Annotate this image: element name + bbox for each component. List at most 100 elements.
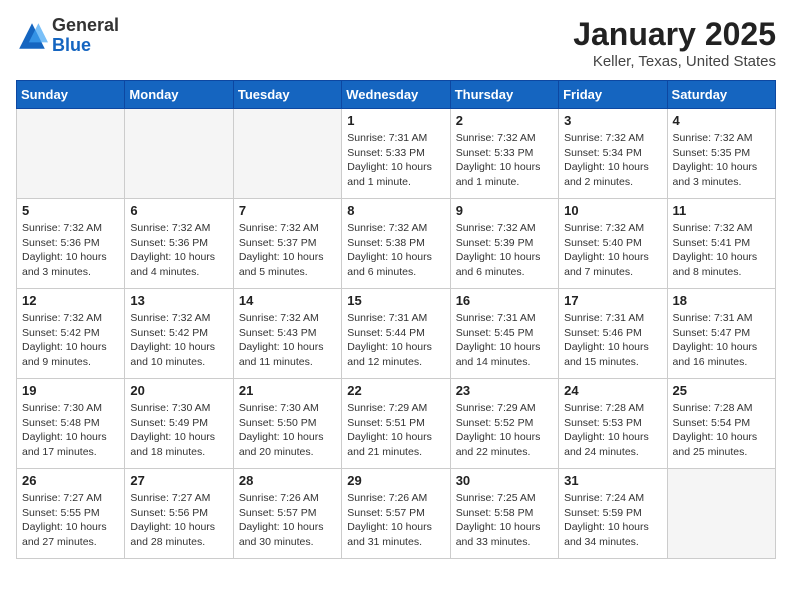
day-info: Sunrise: 7:28 AMSunset: 5:54 PMDaylight:… [673, 401, 770, 460]
weekday-header-wednesday: Wednesday [342, 81, 450, 109]
day-number: 19 [22, 383, 119, 398]
day-number: 25 [673, 383, 770, 398]
logo-blue-text: Blue [52, 35, 91, 55]
calendar-week-2: 5 Sunrise: 7:32 AMSunset: 5:36 PMDayligh… [17, 199, 776, 289]
calendar-cell: 7 Sunrise: 7:32 AMSunset: 5:37 PMDayligh… [233, 199, 341, 289]
day-number: 15 [347, 293, 444, 308]
calendar-cell: 17 Sunrise: 7:31 AMSunset: 5:46 PMDaylig… [559, 289, 667, 379]
calendar-cell: 13 Sunrise: 7:32 AMSunset: 5:42 PMDaylig… [125, 289, 233, 379]
day-info: Sunrise: 7:25 AMSunset: 5:58 PMDaylight:… [456, 491, 553, 550]
day-info: Sunrise: 7:26 AMSunset: 5:57 PMDaylight:… [239, 491, 336, 550]
day-number: 16 [456, 293, 553, 308]
day-info: Sunrise: 7:32 AMSunset: 5:36 PMDaylight:… [130, 221, 227, 280]
calendar-cell: 21 Sunrise: 7:30 AMSunset: 5:50 PMDaylig… [233, 379, 341, 469]
day-info: Sunrise: 7:32 AMSunset: 5:40 PMDaylight:… [564, 221, 661, 280]
day-number: 11 [673, 203, 770, 218]
day-info: Sunrise: 7:26 AMSunset: 5:57 PMDaylight:… [347, 491, 444, 550]
day-number: 29 [347, 473, 444, 488]
calendar-week-5: 26 Sunrise: 7:27 AMSunset: 5:55 PMDaylig… [17, 469, 776, 559]
day-info: Sunrise: 7:32 AMSunset: 5:43 PMDaylight:… [239, 311, 336, 370]
day-number: 28 [239, 473, 336, 488]
day-info: Sunrise: 7:31 AMSunset: 5:46 PMDaylight:… [564, 311, 661, 370]
day-number: 2 [456, 113, 553, 128]
calendar-cell [17, 109, 125, 199]
weekday-header-saturday: Saturday [667, 81, 775, 109]
calendar-cell: 12 Sunrise: 7:32 AMSunset: 5:42 PMDaylig… [17, 289, 125, 379]
calendar-cell: 14 Sunrise: 7:32 AMSunset: 5:43 PMDaylig… [233, 289, 341, 379]
weekday-header-tuesday: Tuesday [233, 81, 341, 109]
day-number: 18 [673, 293, 770, 308]
day-number: 9 [456, 203, 553, 218]
page-header: General Blue January 2025 Keller, Texas,… [16, 16, 776, 70]
day-info: Sunrise: 7:32 AMSunset: 5:39 PMDaylight:… [456, 221, 553, 280]
calendar-subtitle: Keller, Texas, United States [573, 53, 776, 70]
calendar-cell: 2 Sunrise: 7:32 AMSunset: 5:33 PMDayligh… [450, 109, 558, 199]
day-number: 31 [564, 473, 661, 488]
day-info: Sunrise: 7:27 AMSunset: 5:55 PMDaylight:… [22, 491, 119, 550]
day-info: Sunrise: 7:30 AMSunset: 5:48 PMDaylight:… [22, 401, 119, 460]
calendar-cell: 18 Sunrise: 7:31 AMSunset: 5:47 PMDaylig… [667, 289, 775, 379]
calendar-cell: 1 Sunrise: 7:31 AMSunset: 5:33 PMDayligh… [342, 109, 450, 199]
day-number: 27 [130, 473, 227, 488]
logo: General Blue [16, 16, 119, 56]
weekday-header-row: SundayMondayTuesdayWednesdayThursdayFrid… [17, 81, 776, 109]
calendar-cell: 11 Sunrise: 7:32 AMSunset: 5:41 PMDaylig… [667, 199, 775, 289]
day-number: 14 [239, 293, 336, 308]
day-number: 4 [673, 113, 770, 128]
day-number: 24 [564, 383, 661, 398]
day-number: 20 [130, 383, 227, 398]
day-info: Sunrise: 7:29 AMSunset: 5:52 PMDaylight:… [456, 401, 553, 460]
title-block: January 2025 Keller, Texas, United State… [573, 16, 776, 70]
day-info: Sunrise: 7:24 AMSunset: 5:59 PMDaylight:… [564, 491, 661, 550]
calendar-cell: 31 Sunrise: 7:24 AMSunset: 5:59 PMDaylig… [559, 469, 667, 559]
day-number: 6 [130, 203, 227, 218]
calendar-cell: 4 Sunrise: 7:32 AMSunset: 5:35 PMDayligh… [667, 109, 775, 199]
calendar-cell: 9 Sunrise: 7:32 AMSunset: 5:39 PMDayligh… [450, 199, 558, 289]
day-info: Sunrise: 7:32 AMSunset: 5:33 PMDaylight:… [456, 131, 553, 190]
day-number: 1 [347, 113, 444, 128]
day-info: Sunrise: 7:32 AMSunset: 5:41 PMDaylight:… [673, 221, 770, 280]
day-info: Sunrise: 7:27 AMSunset: 5:56 PMDaylight:… [130, 491, 227, 550]
day-number: 3 [564, 113, 661, 128]
logo-general-text: General [52, 15, 119, 35]
day-info: Sunrise: 7:32 AMSunset: 5:38 PMDaylight:… [347, 221, 444, 280]
day-info: Sunrise: 7:30 AMSunset: 5:50 PMDaylight:… [239, 401, 336, 460]
calendar-cell: 20 Sunrise: 7:30 AMSunset: 5:49 PMDaylig… [125, 379, 233, 469]
calendar-cell: 28 Sunrise: 7:26 AMSunset: 5:57 PMDaylig… [233, 469, 341, 559]
day-info: Sunrise: 7:30 AMSunset: 5:49 PMDaylight:… [130, 401, 227, 460]
calendar-cell: 5 Sunrise: 7:32 AMSunset: 5:36 PMDayligh… [17, 199, 125, 289]
day-info: Sunrise: 7:32 AMSunset: 5:36 PMDaylight:… [22, 221, 119, 280]
calendar-week-1: 1 Sunrise: 7:31 AMSunset: 5:33 PMDayligh… [17, 109, 776, 199]
calendar-title: January 2025 [573, 16, 776, 53]
calendar-cell: 8 Sunrise: 7:32 AMSunset: 5:38 PMDayligh… [342, 199, 450, 289]
calendar-cell: 15 Sunrise: 7:31 AMSunset: 5:44 PMDaylig… [342, 289, 450, 379]
day-number: 7 [239, 203, 336, 218]
day-number: 23 [456, 383, 553, 398]
day-info: Sunrise: 7:29 AMSunset: 5:51 PMDaylight:… [347, 401, 444, 460]
calendar-cell: 29 Sunrise: 7:26 AMSunset: 5:57 PMDaylig… [342, 469, 450, 559]
calendar-cell: 22 Sunrise: 7:29 AMSunset: 5:51 PMDaylig… [342, 379, 450, 469]
day-info: Sunrise: 7:32 AMSunset: 5:34 PMDaylight:… [564, 131, 661, 190]
weekday-header-sunday: Sunday [17, 81, 125, 109]
calendar-cell: 16 Sunrise: 7:31 AMSunset: 5:45 PMDaylig… [450, 289, 558, 379]
day-info: Sunrise: 7:31 AMSunset: 5:44 PMDaylight:… [347, 311, 444, 370]
calendar-week-3: 12 Sunrise: 7:32 AMSunset: 5:42 PMDaylig… [17, 289, 776, 379]
day-number: 26 [22, 473, 119, 488]
day-number: 8 [347, 203, 444, 218]
calendar-cell [233, 109, 341, 199]
calendar-cell: 23 Sunrise: 7:29 AMSunset: 5:52 PMDaylig… [450, 379, 558, 469]
calendar-cell: 24 Sunrise: 7:28 AMSunset: 5:53 PMDaylig… [559, 379, 667, 469]
calendar-cell: 10 Sunrise: 7:32 AMSunset: 5:40 PMDaylig… [559, 199, 667, 289]
weekday-header-friday: Friday [559, 81, 667, 109]
calendar-cell: 27 Sunrise: 7:27 AMSunset: 5:56 PMDaylig… [125, 469, 233, 559]
calendar-cell: 30 Sunrise: 7:25 AMSunset: 5:58 PMDaylig… [450, 469, 558, 559]
day-info: Sunrise: 7:28 AMSunset: 5:53 PMDaylight:… [564, 401, 661, 460]
day-number: 22 [347, 383, 444, 398]
day-number: 10 [564, 203, 661, 218]
day-number: 17 [564, 293, 661, 308]
day-info: Sunrise: 7:32 AMSunset: 5:37 PMDaylight:… [239, 221, 336, 280]
day-info: Sunrise: 7:32 AMSunset: 5:35 PMDaylight:… [673, 131, 770, 190]
day-info: Sunrise: 7:31 AMSunset: 5:33 PMDaylight:… [347, 131, 444, 190]
calendar-cell [125, 109, 233, 199]
day-number: 30 [456, 473, 553, 488]
